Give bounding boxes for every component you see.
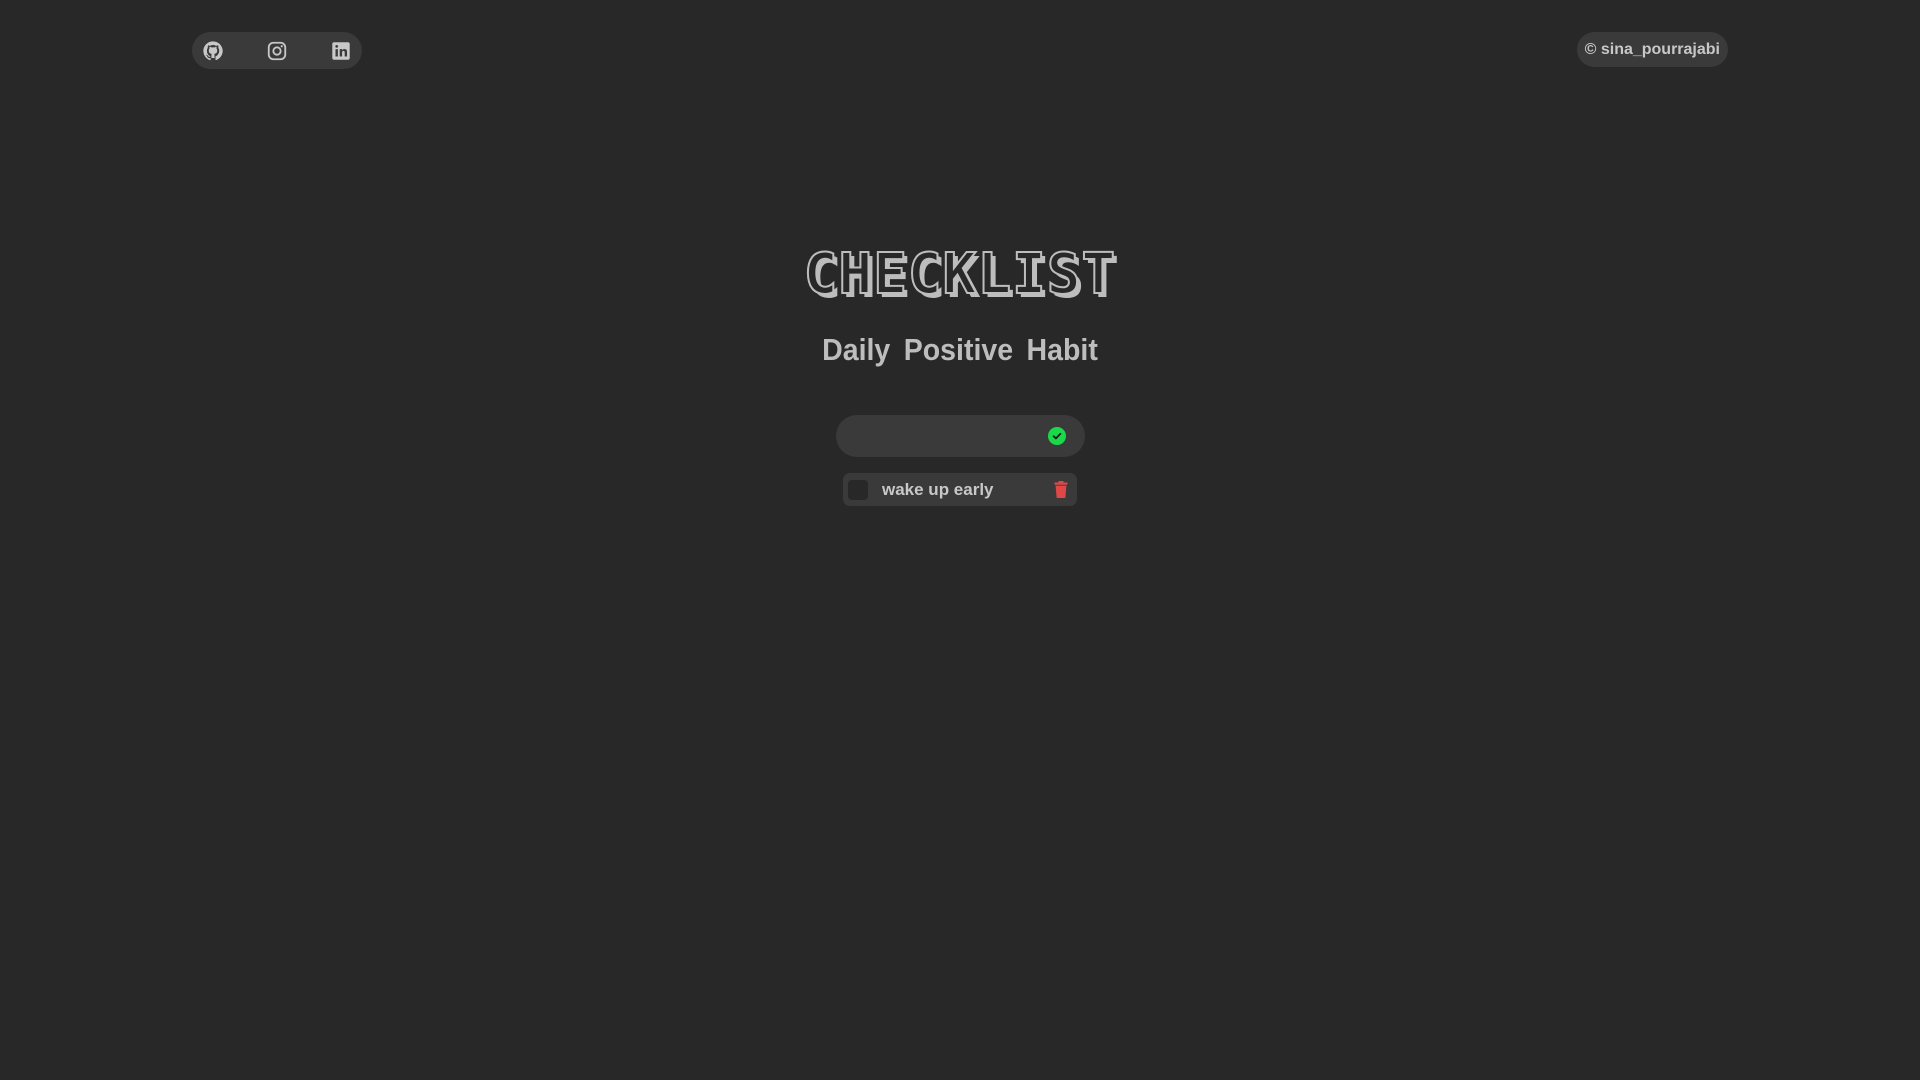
list-item: wake up early — [843, 473, 1077, 506]
instagram-link[interactable] — [265, 39, 289, 63]
delete-task-button[interactable] — [1054, 481, 1068, 498]
add-task-button[interactable] — [1048, 427, 1066, 445]
linkedin-link[interactable] — [329, 39, 353, 63]
task-list: wake up early — [843, 473, 1077, 506]
trash-icon — [1054, 481, 1068, 498]
check-circle-icon — [1052, 432, 1062, 440]
social-links-bar — [192, 32, 362, 69]
github-icon — [203, 40, 223, 60]
task-input-container — [836, 415, 1085, 459]
task-label: wake up early — [882, 480, 994, 499]
page: © sina_pourrajabi CHECKLIST Daily Positi… — [0, 0, 1920, 1080]
task-checkbox[interactable] — [848, 480, 868, 500]
linkedin-icon — [332, 41, 350, 60]
task-input[interactable] — [854, 415, 1038, 459]
github-link[interactable] — [201, 39, 225, 63]
copyright-badge: © sina_pourrajabi — [1576, 32, 1728, 67]
page-subtitle: Daily Positive Habit — [822, 332, 1098, 367]
instagram-icon — [267, 41, 287, 60]
page-title: CHECKLIST — [803, 241, 1117, 308]
